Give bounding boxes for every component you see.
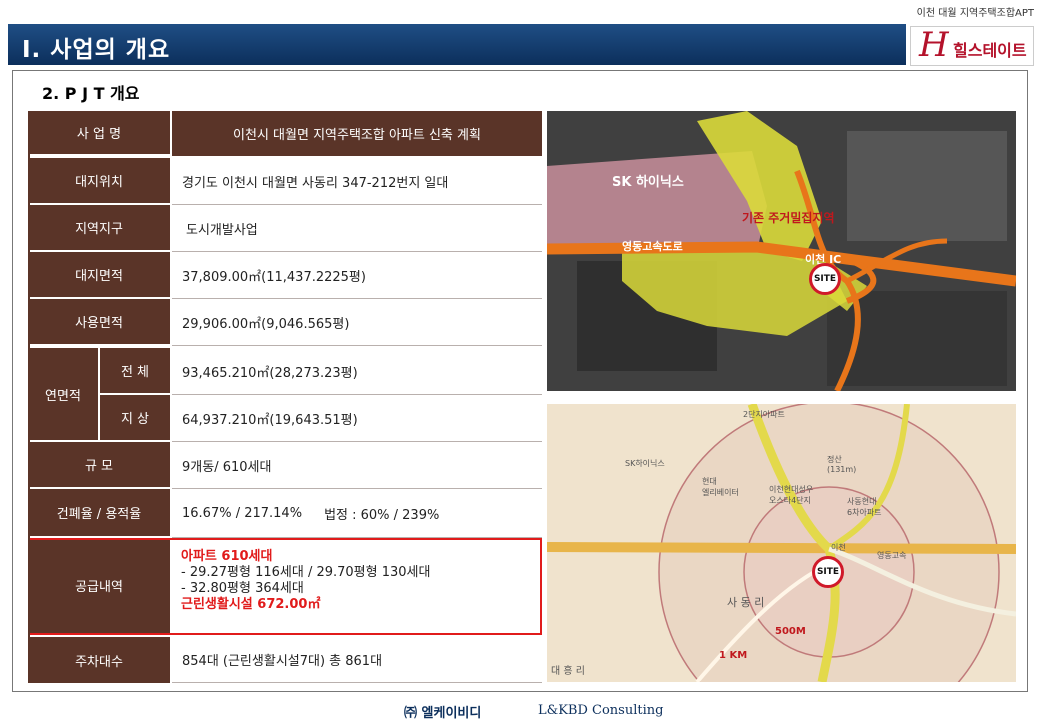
radius-500m-label: 500M — [775, 626, 806, 637]
footer-company-ko: ㈜ 엘케이비디 — [404, 706, 482, 720]
site-pin-street: SITE — [812, 556, 844, 588]
parking-label: 주차대수 — [28, 637, 170, 683]
residential-area-label: 기존 주거밀집지역 — [742, 211, 835, 225]
floor-area-label: 연면적 — [28, 348, 98, 442]
brand-mark: H — [919, 25, 949, 65]
footer: ㈜ 엘케이비디 L&KBD Consulting — [0, 700, 1040, 720]
document-subtitle: 이천 대월 지역주택조합APT — [916, 8, 1034, 19]
supply-highlight-box — [28, 538, 542, 635]
brand-logo: H 힐스테이트 — [910, 25, 1034, 66]
aerial-map: SK 하이닉스 기존 주거밀집지역 영동고속도로 이천 IC SITE — [547, 111, 1016, 391]
usable-area-value: 29,906.00㎡(9,046.565평) — [172, 299, 542, 346]
project-name-label: 사 업 명 — [28, 111, 170, 156]
map-label-sadongri: 사 동 리 — [727, 596, 765, 609]
sk-hynix-label: SK 하이닉스 — [612, 175, 684, 190]
site-location-label: 대지위치 — [28, 158, 170, 205]
zoning-label: 지역지구 — [28, 205, 170, 252]
street-map: 2단지아파트 SK하이닉스 현대 엘리베이터 이천현대성우 오스타4단지 정산 … — [547, 404, 1016, 682]
zoning-value: 도시개발사업 — [172, 205, 542, 252]
expressway-label: 영동고속도로 — [622, 240, 683, 253]
site-location-value: 경기도 이천시 대월면 사동리 347-212번지 일대 — [172, 158, 542, 205]
coverage-ratio-value: 16.67% / 217.14% 법정 : 60% / 239% — [172, 489, 542, 538]
ratio-values: 16.67% / 217.14% — [182, 505, 303, 521]
footer-company-en: L&KBD Consulting — [538, 703, 664, 718]
map-label-icheon: 이천 — [831, 543, 846, 552]
floor-area-total-value: 93,465.210㎡(28,273.23평) — [172, 348, 542, 395]
site-area-label: 대지면적 — [28, 252, 170, 299]
usable-area-label: 사용면적 — [28, 299, 170, 346]
floor-area-above-value: 64,937.210㎡(19,643.51평) — [172, 395, 542, 442]
section-title: 2. P J T 개요 — [42, 84, 140, 103]
scale-label: 규 모 — [28, 442, 170, 489]
map-label-sk: SK하이닉스 — [625, 459, 665, 468]
floor-area-total-label: 전 체 — [100, 348, 170, 395]
map-label-sadong-hyundai: 사동현대 6차아파트 — [847, 497, 882, 517]
site-area-value: 37,809.00㎡(11,437.2225평) — [172, 252, 542, 299]
site-pin: SITE — [809, 263, 841, 295]
aerial-map-graphic — [547, 111, 1016, 391]
street-map-graphic — [547, 404, 1016, 682]
floor-area-above-label: 지 상 — [100, 395, 170, 442]
ratio-legal: 법정 : 60% / 239% — [324, 507, 440, 523]
map-label-apt2: 2단지아파트 — [743, 410, 785, 419]
map-label-expressway: 영동고속 — [877, 551, 907, 560]
map-label-jeongsan: 정산 (131m) — [827, 455, 857, 474]
radius-1km-label: 1 KM — [719, 650, 748, 661]
scale-value: 9개동/ 610세대 — [172, 442, 542, 489]
map-label-daeheungri: 대 흥 리 — [551, 666, 585, 677]
map-label-hyundai: 현대 엘리베이터 — [702, 477, 739, 497]
page-title: Ⅰ. 사업의 개요 — [22, 37, 171, 63]
table-left-edge — [28, 111, 30, 683]
parking-value: 854대 (근린생활시설7대) 총 861대 — [172, 637, 542, 683]
brand-name: 힐스테이트 — [953, 41, 1027, 60]
coverage-ratio-label: 건폐율 / 용적율 — [28, 489, 170, 538]
map-label-castle: 이천현대성우 오스타4단지 — [769, 485, 814, 505]
project-name-value: 이천시 대월면 지역주택조합 아파트 신축 계획 — [172, 111, 542, 156]
header-bar: Ⅰ. 사업의 개요 — [8, 24, 906, 65]
